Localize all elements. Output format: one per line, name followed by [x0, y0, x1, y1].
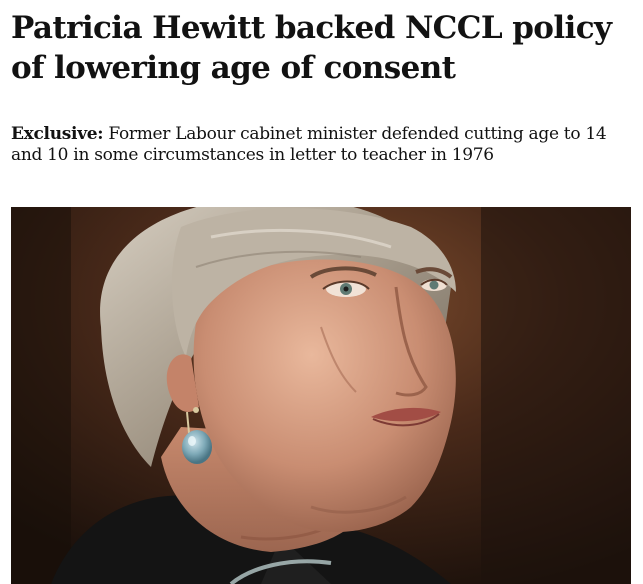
- article-standfirst: Exclusive: Former Labour cabinet ministe…: [11, 124, 631, 166]
- portrait-photo: [11, 207, 631, 584]
- article-main-photo: [11, 207, 631, 584]
- standfirst-kicker: Exclusive:: [11, 124, 104, 144]
- article-page: Patricia Hewitt backed NCCL policy of lo…: [0, 0, 643, 584]
- article-headline: Patricia Hewitt backed NCCL policy of lo…: [11, 10, 612, 86]
